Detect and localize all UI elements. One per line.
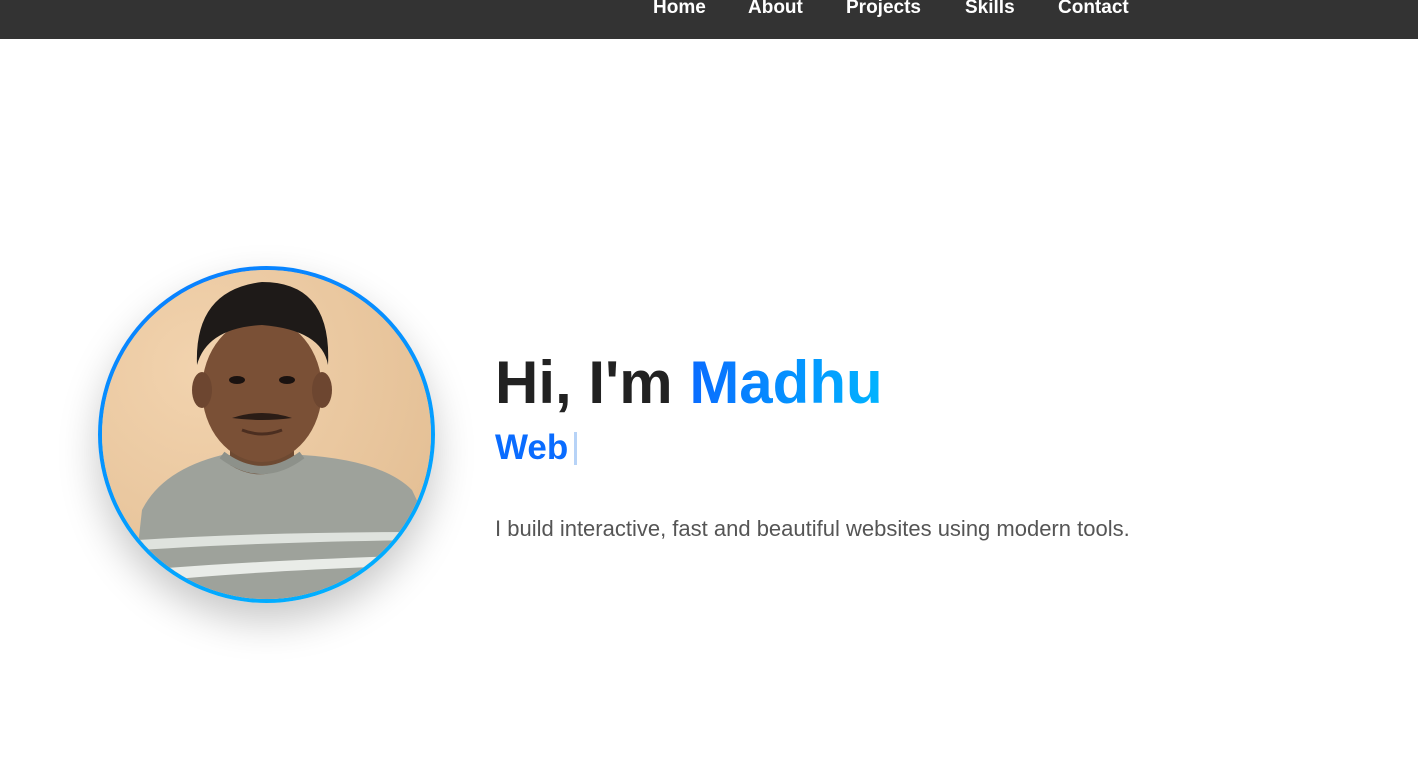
hero-name: Madhu xyxy=(689,349,883,416)
top-navbar: Home About Projects Skills Contact xyxy=(0,0,1418,39)
nav-home-link[interactable]: Home xyxy=(653,0,706,20)
nav-about-link[interactable]: About xyxy=(748,0,803,20)
profile-photo xyxy=(102,270,431,599)
nav-skills-link[interactable]: Skills xyxy=(965,0,1015,20)
hero-tagline: I build interactive, fast and beautiful … xyxy=(495,516,1130,541)
nav-links: Home About Projects Skills Contact xyxy=(0,0,1418,24)
hero-heading: Hi, I'm Madhu xyxy=(495,348,883,418)
profile-photo-ring xyxy=(98,266,435,603)
typed-role: Web xyxy=(495,426,578,470)
typed-role-text: Web xyxy=(495,428,569,467)
nav-projects-link[interactable]: Projects xyxy=(846,0,921,20)
hero-section: Hi, I'm Madhu Web I build interactive, f… xyxy=(495,348,1130,541)
greeting-prefix: Hi, I'm xyxy=(495,349,673,416)
nav-contact-link[interactable]: Contact xyxy=(1058,0,1129,20)
typing-cursor xyxy=(574,432,578,465)
profile-photo-illustration xyxy=(102,270,431,599)
